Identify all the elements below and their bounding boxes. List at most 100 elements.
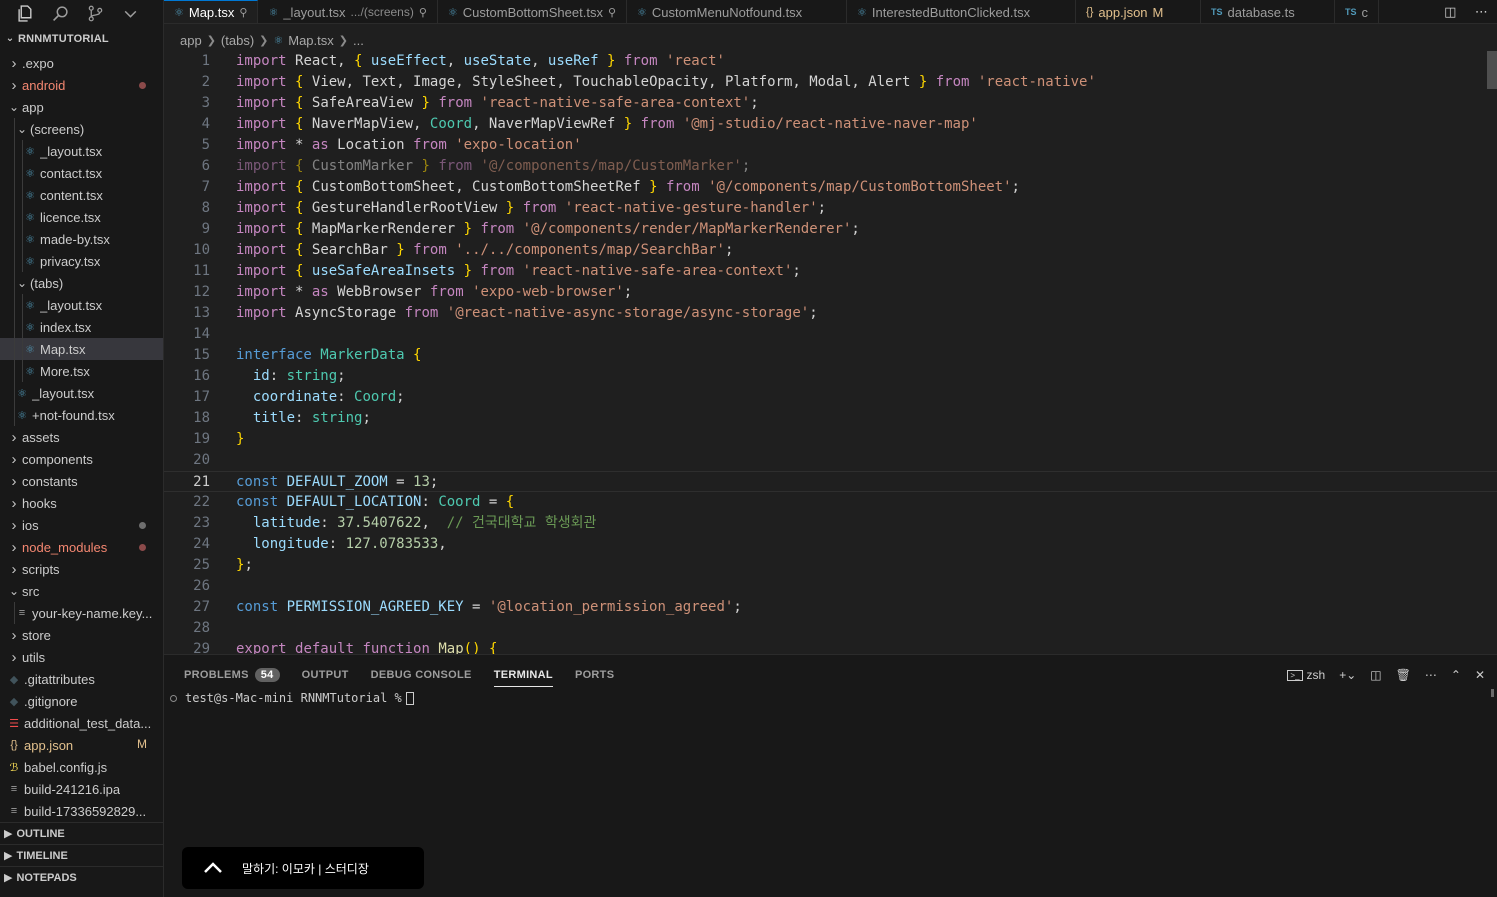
file-item[interactable]: ℬbabel.config.js xyxy=(0,756,163,778)
split-editor-icon[interactable]: ◫ xyxy=(1444,4,1456,20)
folder-item[interactable]: › hooks xyxy=(0,492,163,514)
timeline-section[interactable]: ▶ TIMELINE xyxy=(0,844,163,866)
tab-layout[interactable]: ⚛ _layout.tsx .../(screens) ⚲ xyxy=(258,0,438,23)
split-terminal-icon[interactable]: ◫ xyxy=(1370,668,1381,682)
file-item[interactable]: ◆ .gitattributes xyxy=(0,668,163,690)
tab-debug-console[interactable]: DEBUG CONSOLE xyxy=(371,663,472,687)
file-item[interactable]: ⚛ More.tsx xyxy=(0,360,163,382)
pin-icon[interactable]: ⚲ xyxy=(419,6,427,19)
code-editor[interactable]: 1 import React, { useEffect, useState, us… xyxy=(164,51,1497,654)
code-line[interactable]: 25}; xyxy=(164,555,1497,576)
code-line[interactable]: 9 import { MapMarkerRenderer } from '@/co… xyxy=(164,219,1497,240)
tab-terminal[interactable]: TERMINAL xyxy=(493,663,553,687)
file-item[interactable]: ≡ your-key-name.key... xyxy=(0,602,163,624)
tab-app-json[interactable]: {} app.json M xyxy=(1076,0,1202,23)
code-line[interactable]: 10 import { SearchBar } from '../../compo… xyxy=(164,240,1497,261)
tab-problems[interactable]: PROBLEMS 54 xyxy=(184,663,280,687)
code-line[interactable]: 19} xyxy=(164,429,1497,450)
tab-database[interactable]: TS database.ts xyxy=(1201,0,1336,23)
tab-custom-menu-notfound[interactable]: ⚛ CustomMenuNotfound.tsx xyxy=(627,0,848,23)
folder-item[interactable]: ⌄ app xyxy=(0,96,163,118)
breadcrumb-item[interactable]: app xyxy=(180,33,202,48)
code-line[interactable]: 6 import { CustomMarker } from '@/compone… xyxy=(164,156,1497,177)
file-item[interactable]: ☰ additional_test_data... xyxy=(0,712,163,734)
add-terminal-icon[interactable]: +⌄ xyxy=(1339,668,1356,682)
breadcrumb-item[interactable]: ... xyxy=(353,33,364,48)
code-line[interactable]: 20 xyxy=(164,450,1497,471)
code-line[interactable]: 18 title: string; xyxy=(164,408,1497,429)
folder-item[interactable]: › store xyxy=(0,624,163,646)
tab-custom-bottom-sheet[interactable]: ⚛ CustomBottomSheet.tsx ⚲ xyxy=(438,0,628,23)
terminal-scrollbar[interactable] xyxy=(1491,689,1494,697)
code-line[interactable]: 11 import { useSafeAreaInsets } from 'rea… xyxy=(164,261,1497,282)
code-line[interactable]: 14 xyxy=(164,324,1497,345)
code-line[interactable]: 3 import { SafeAreaView } from 'react-nat… xyxy=(164,93,1497,114)
more-actions-icon[interactable]: ⋯ xyxy=(1475,4,1488,20)
code-line[interactable]: 13 import AsyncStorage from '@react-nativ… xyxy=(164,303,1497,324)
file-item[interactable]: ⚛ content.tsx xyxy=(0,184,163,206)
code-line[interactable]: 4 import { NaverMapView, Coord, NaverMapV… xyxy=(164,114,1497,135)
code-line[interactable]: 5 import * as Location from 'expo-locatio… xyxy=(164,135,1497,156)
folder-item[interactable]: › assets xyxy=(0,426,163,448)
folder-item[interactable]: ⌄ src xyxy=(0,580,163,602)
maximize-panel-icon[interactable]: ⌃ xyxy=(1451,668,1461,682)
tab-map[interactable]: ⚛ Map.tsx ⚲ xyxy=(164,0,259,23)
code-line[interactable]: 22 const DEFAULT_LOCATION: Coord = { xyxy=(164,492,1497,513)
folder-item[interactable]: › .expo xyxy=(0,52,163,74)
file-item[interactable]: ⚛ index.tsx xyxy=(0,316,163,338)
code-line[interactable]: 16 id: string; xyxy=(164,366,1497,387)
code-line[interactable]: 15 interface MarkerData { xyxy=(164,345,1497,366)
code-line[interactable]: 2 import { View, Text, Image, StyleSheet,… xyxy=(164,72,1497,93)
tab-interested-button[interactable]: ⚛ InterestedButtonClicked.tsx xyxy=(847,0,1077,23)
code-line[interactable]: 29 export default function Map() { xyxy=(164,639,1497,654)
tab-ports[interactable]: PORTS xyxy=(575,663,614,687)
file-item[interactable]: ⚛ licence.tsx xyxy=(0,206,163,228)
explorer-header[interactable]: ⌄ RNNMTUTORIAL xyxy=(0,26,163,52)
folder-item[interactable]: › utils xyxy=(0,646,163,668)
close-icon[interactable]: ✕ xyxy=(1475,668,1485,682)
code-line[interactable]: 21 const DEFAULT_ZOOM = 13; xyxy=(164,471,1497,492)
file-item[interactable]: ⚛ +not-found.tsx xyxy=(0,404,163,426)
folder-item[interactable]: › ios xyxy=(0,514,163,536)
speaking-indicator[interactable]: 말하기: 이모카 | 스터디장 xyxy=(182,847,424,889)
code-line[interactable]: 7 import { CustomBottomSheet, CustomBotto… xyxy=(164,177,1497,198)
breadcrumb-item[interactable]: Map.tsx xyxy=(288,33,334,48)
code-line[interactable]: 12 import * as WebBrowser from 'expo-web-… xyxy=(164,282,1497,303)
terminal[interactable]: test@s-Mac-mini RNNMTutorial % xyxy=(170,691,414,705)
code-line[interactable]: 17 coordinate: Coord; xyxy=(164,387,1497,408)
search-icon[interactable] xyxy=(43,0,78,26)
more-actions-icon[interactable]: ⋯ xyxy=(1425,668,1437,682)
code-line[interactable]: 1 import React, { useEffect, useState, us… xyxy=(164,51,1497,72)
file-item[interactable]: ≡ build-17336592829... xyxy=(0,800,163,822)
editor-scrollbar[interactable] xyxy=(1487,51,1497,89)
source-control-icon[interactable] xyxy=(78,0,113,26)
folder-item[interactable]: › node_modules xyxy=(0,536,163,558)
code-line[interactable]: 8 import { GestureHandlerRootView } from … xyxy=(164,198,1497,219)
notepads-section[interactable]: ▶ NOTEPADS xyxy=(0,866,163,888)
folder-item[interactable]: › scripts xyxy=(0,558,163,580)
file-item[interactable]: {} app.json M xyxy=(0,734,163,756)
chevron-down-icon[interactable] xyxy=(113,0,148,26)
terminal-selector[interactable]: >_ zsh xyxy=(1287,668,1325,682)
tab-output[interactable]: OUTPUT xyxy=(302,663,349,687)
file-item[interactable]: ≡ build-241216.ipa xyxy=(0,778,163,800)
folder-item[interactable]: ⌄ (screens) xyxy=(0,118,163,140)
file-item[interactable]: ⚛ _layout.tsx xyxy=(0,382,163,404)
folder-item[interactable]: › components xyxy=(0,448,163,470)
file-item[interactable]: ⚛ _layout.tsx xyxy=(0,294,163,316)
file-item[interactable]: ◆ .gitignore xyxy=(0,690,163,712)
folder-item[interactable]: › constants xyxy=(0,470,163,492)
code-line[interactable]: 23 latitude: 37.5407622, // 건국대학교 학생회관 xyxy=(164,513,1497,534)
files-icon[interactable] xyxy=(8,0,43,26)
tab-overflow[interactable]: TS c xyxy=(1335,0,1380,23)
file-item[interactable]: ⚛ _layout.tsx xyxy=(0,140,163,162)
code-line[interactable]: 24 longitude: 127.0783533, xyxy=(164,534,1497,555)
outline-section[interactable]: ▶ OUTLINE xyxy=(0,822,163,844)
trash-icon[interactable]: 🗑 xyxy=(1396,668,1411,682)
code-line[interactable]: 28 xyxy=(164,618,1497,639)
pin-icon[interactable]: ⚲ xyxy=(608,6,616,19)
chevron-up-icon[interactable] xyxy=(202,861,224,875)
file-item[interactable]: ⚛ privacy.tsx xyxy=(0,250,163,272)
file-item[interactable]: ⚛ made-by.tsx xyxy=(0,228,163,250)
code-line[interactable]: 26 xyxy=(164,576,1497,597)
